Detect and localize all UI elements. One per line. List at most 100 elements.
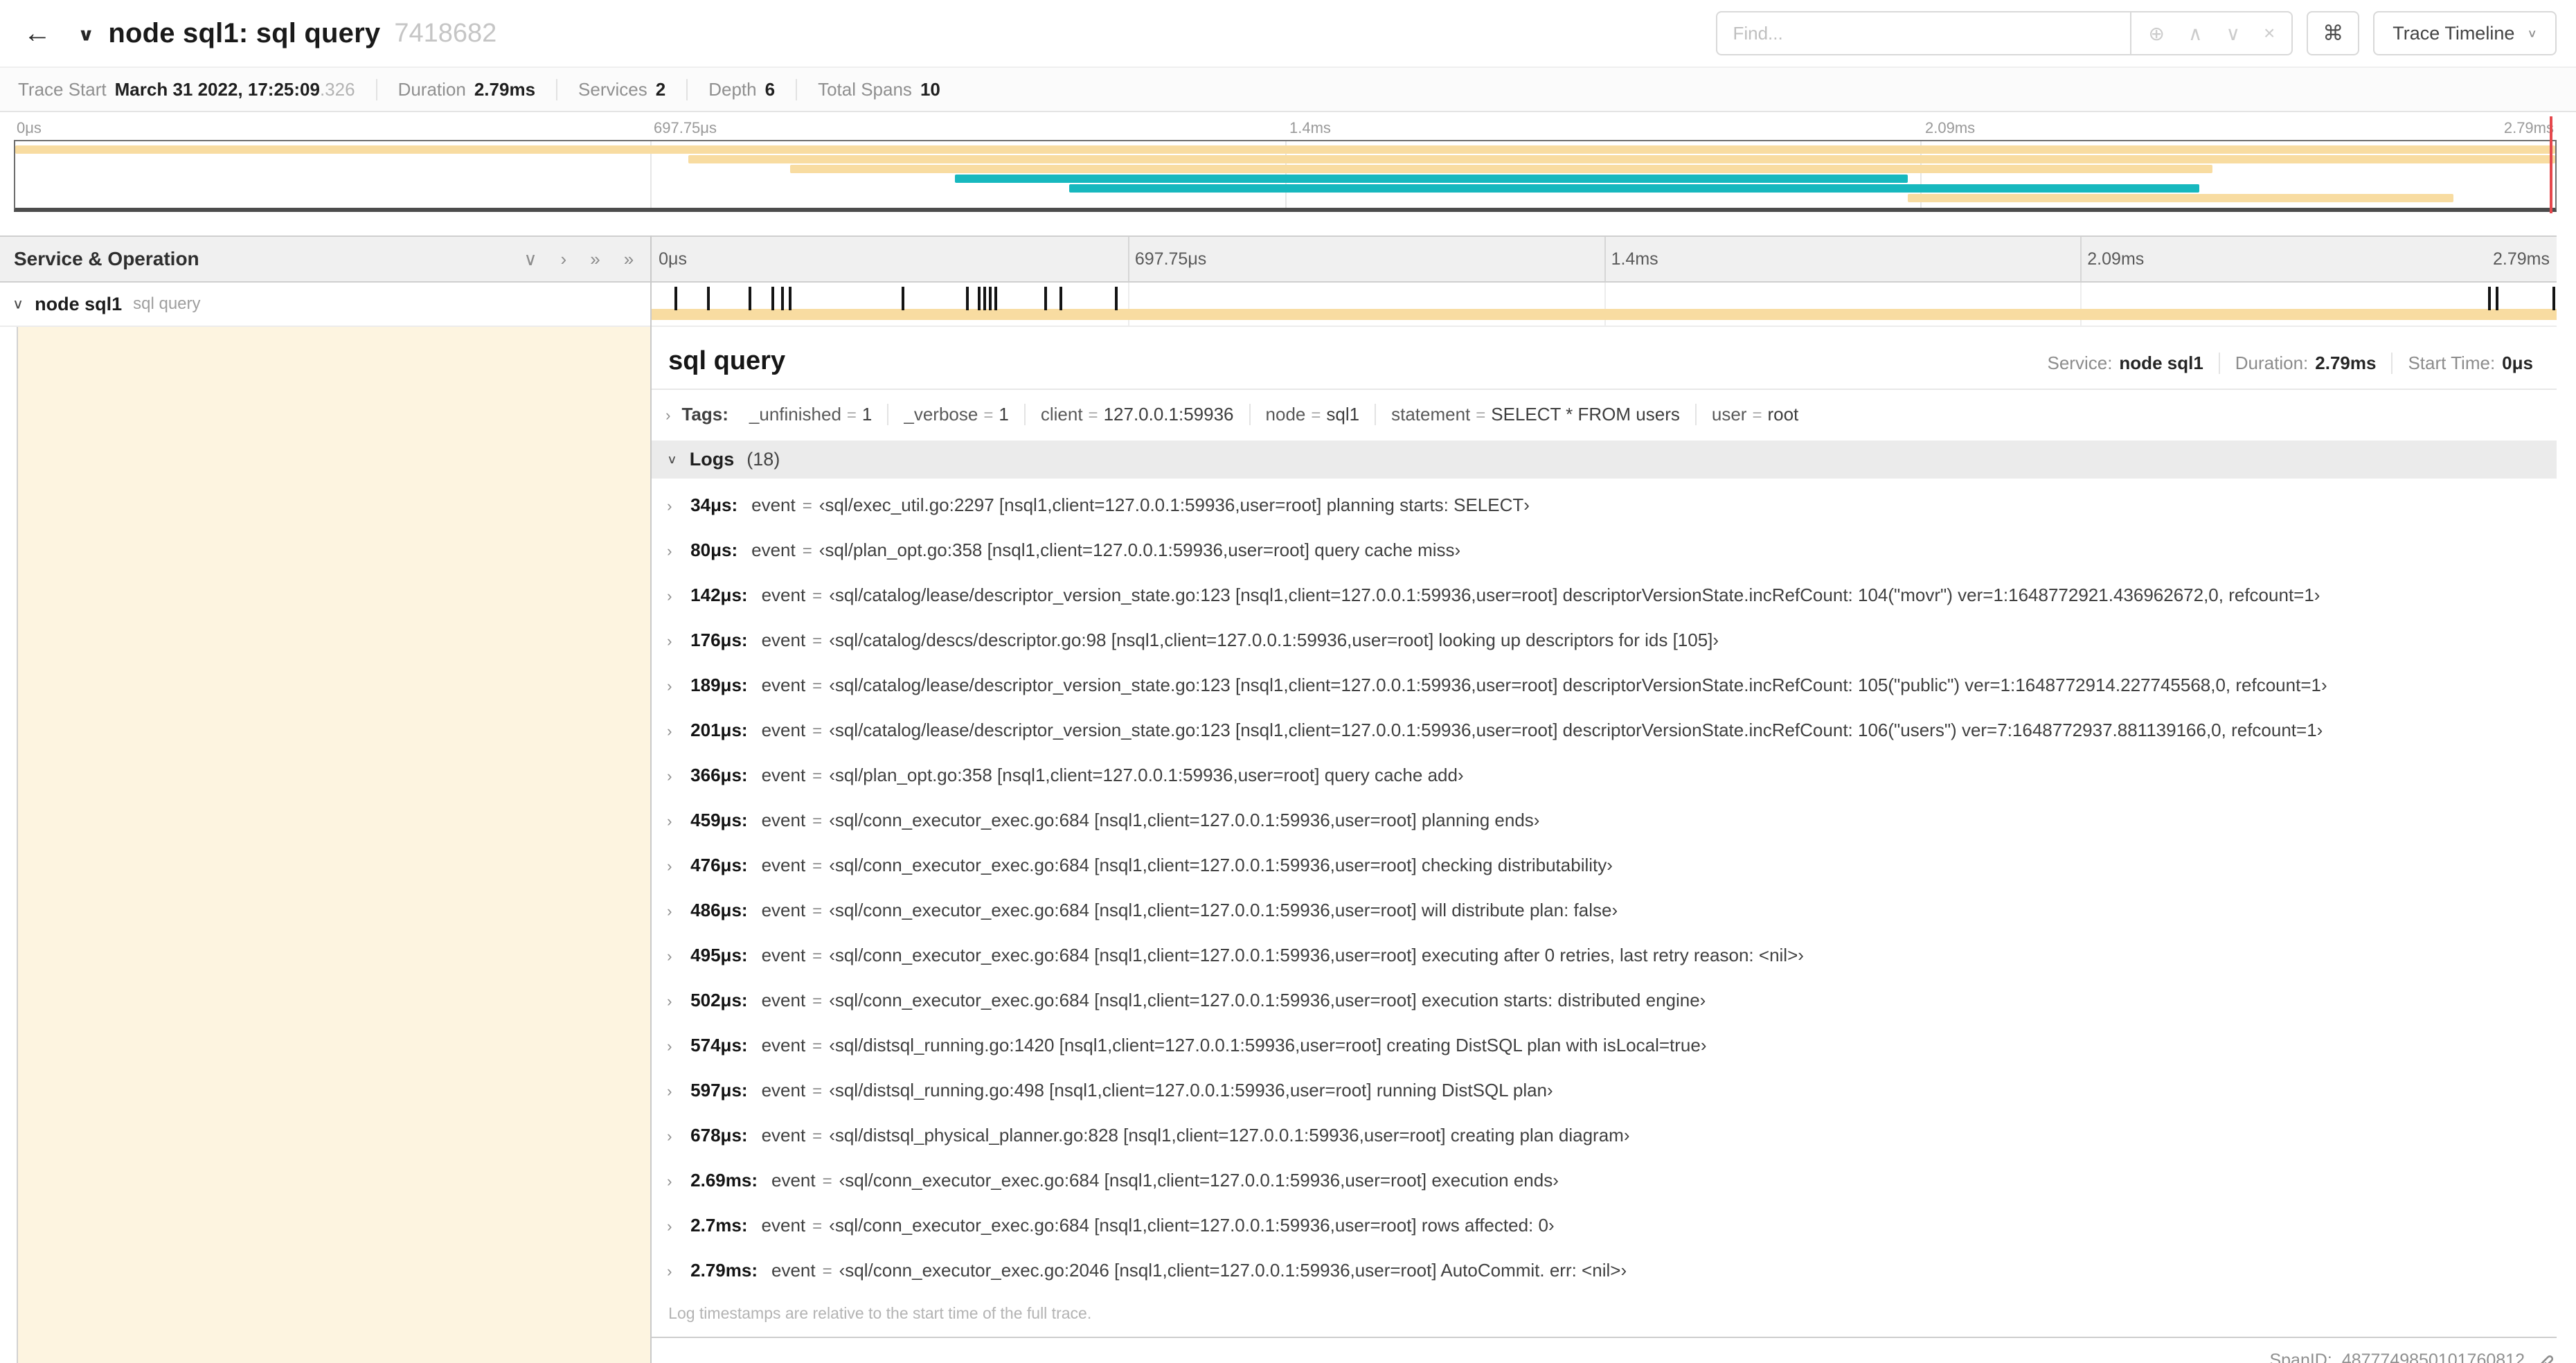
log-row[interactable]: › 2.7ms: event = ‹sql/conn_executor_exec.g… (667, 1203, 2546, 1248)
log-row[interactable]: › 189μs: event = ‹sql/catalog/lease/descri… (667, 663, 2546, 708)
log-row[interactable]: › 459μs: event = ‹sql/conn_executor_exec.g… (667, 798, 2546, 843)
log-equals: = (812, 632, 823, 650)
log-expand-icon[interactable]: › (667, 497, 690, 516)
log-row[interactable]: › 201μs: event = ‹sql/catalog/lease/descri… (667, 708, 2546, 753)
log-timestamp: 486μs: (690, 900, 748, 920)
detail-row-left-gutter (0, 327, 651, 1363)
focus-matches-icon[interactable]: ⊕ (2148, 22, 2164, 45)
log-marker-tick[interactable] (901, 287, 904, 310)
log-marker-tick[interactable] (977, 287, 981, 310)
log-expand-icon[interactable]: › (667, 722, 690, 741)
log-row[interactable]: › 495μs: event = ‹sql/conn_executor_exec.g… (667, 933, 2546, 978)
trace-view-dropdown[interactable]: Trace Timeline ∨ (2373, 11, 2557, 55)
minimap-canvas[interactable] (14, 140, 2557, 212)
logs-header[interactable]: ∨ Logs (18) (652, 440, 2557, 479)
log-expand-icon[interactable]: › (667, 632, 690, 651)
log-marker-tick[interactable] (1114, 287, 1118, 310)
log-expand-icon[interactable]: › (667, 1217, 690, 1236)
log-row[interactable]: › 574μs: event = ‹sql/distsql_running.go:1… (667, 1023, 2546, 1068)
log-row[interactable]: › 486μs: event = ‹sql/conn_executor_exec.g… (667, 888, 2546, 933)
log-expand-icon[interactable]: › (667, 767, 690, 786)
log-row[interactable]: › 80μs: event = ‹sql/plan_opt.go:358 [nsql… (667, 528, 2546, 573)
log-equals: = (812, 1127, 823, 1146)
meta-item: Service: node sql1 (2032, 353, 2219, 374)
tags-label[interactable]: Tags: (681, 404, 728, 425)
log-marker-tick[interactable] (1059, 287, 1062, 310)
summary-value: 6 (764, 78, 776, 100)
timeline-left-column: Service & Operation ∨ › » » ∨ node sql1 … (0, 235, 652, 1363)
log-text: event = ‹sql/distsql_running.go:498 [nsql1… (762, 1079, 1553, 1102)
log-row[interactable]: › 678μs: event = ‹sql/distsql_physical_pla… (667, 1113, 2546, 1158)
expand-all-icon[interactable]: » (590, 249, 600, 270)
expand-one-icon[interactable]: ∨ (524, 249, 537, 270)
trace-title-collapse-icon[interactable]: ∨ (78, 24, 94, 45)
minimap-cursor-line[interactable] (2550, 116, 2552, 213)
log-expand-icon[interactable]: › (667, 1127, 690, 1146)
log-expand-icon[interactable]: › (667, 1262, 690, 1281)
prev-result-icon[interactable]: ∧ (2188, 22, 2203, 45)
deep-link-icon[interactable] (2534, 1351, 2554, 1363)
log-expand-icon[interactable]: › (667, 1172, 690, 1191)
log-marker-tick[interactable] (1044, 287, 1047, 310)
log-marker-tick[interactable] (2487, 287, 2491, 310)
log-expand-icon[interactable]: › (667, 677, 690, 696)
log-expand-icon[interactable]: › (667, 542, 690, 561)
log-row[interactable]: › 176μs: event = ‹sql/catalog/descs/descri… (667, 618, 2546, 663)
log-expand-icon[interactable]: › (667, 1037, 690, 1056)
log-marker-tick[interactable] (749, 287, 752, 310)
log-marker-tick[interactable] (983, 287, 986, 310)
log-field-name: event (761, 945, 806, 965)
log-row[interactable]: › 502μs: event = ‹sql/conn_executor_exec.g… (667, 978, 2546, 1023)
log-equals: = (812, 902, 823, 920)
logs-collapse-icon[interactable]: ∨ (667, 452, 677, 467)
keyboard-shortcuts-button[interactable]: ⌘ (2307, 11, 2360, 55)
span-row-name-cell[interactable]: ∨ node sql1 sql query (0, 283, 651, 327)
log-row[interactable]: › 34μs: event = ‹sql/exec_util.go:2297 [ns… (667, 483, 2546, 528)
log-expand-icon[interactable]: › (667, 992, 690, 1011)
log-expand-icon[interactable]: › (667, 812, 690, 831)
log-expand-icon[interactable]: › (667, 1082, 690, 1101)
logs-footnote: Log timestamps are relative to the start… (668, 1304, 1092, 1322)
log-marker-tick[interactable] (706, 287, 710, 310)
log-row[interactable]: › 2.79ms: event = ‹sql/conn_executor_exec.… (667, 1248, 2546, 1293)
log-marker-tick[interactable] (989, 287, 992, 310)
log-row[interactable]: › 142μs: event = ‹sql/catalog/lease/descri… (667, 573, 2546, 618)
log-expand-icon[interactable]: › (667, 902, 690, 921)
log-expand-icon[interactable]: › (667, 947, 690, 966)
log-field-name: event (761, 765, 806, 785)
span-bar[interactable] (652, 309, 2557, 320)
log-marker-tick[interactable] (781, 287, 785, 310)
log-field-name: event (751, 495, 796, 515)
collapse-one-icon[interactable]: › (561, 249, 567, 270)
next-result-icon[interactable]: ∨ (2226, 22, 2240, 45)
minimap-tick-labels: 0μs 697.75μs 1.4ms 2.09ms 2.79ms (14, 116, 2557, 140)
log-marker-tick[interactable] (771, 287, 775, 310)
log-row[interactable]: › 476μs: event = ‹sql/conn_executor_exec.g… (667, 843, 2546, 888)
log-timestamp: 495μs: (690, 945, 748, 965)
span-detail-card: sql query Service: node sql1 Duration: 2.7… (652, 327, 2557, 1338)
clear-search-icon[interactable]: × (2264, 22, 2275, 44)
log-marker-tick[interactable] (789, 287, 792, 310)
collapse-all-icon[interactable]: » (624, 249, 634, 270)
ruler-gridline (2080, 237, 2082, 281)
log-row[interactable]: › 366μs: event = ‹sql/plan_opt.go:358 [nsq… (667, 753, 2546, 798)
log-expand-icon[interactable]: › (667, 587, 690, 606)
detail-row-highlight-stripe (17, 327, 651, 1363)
log-marker-tick[interactable] (994, 287, 998, 310)
span-service-name[interactable]: node sql1 (35, 294, 122, 315)
span-collapse-icon[interactable]: ∨ (12, 296, 24, 312)
span-detail-meta: Service: node sql1 Duration: 2.79ms Start … (2032, 353, 2549, 374)
log-marker-tick[interactable] (966, 287, 969, 310)
log-timestamp: 80μs: (690, 540, 738, 560)
log-marker-tick[interactable] (674, 287, 678, 310)
log-timestamp: 142μs: (690, 585, 748, 605)
tags-expand-icon[interactable]: › (665, 407, 670, 425)
ruler-gridline (1127, 237, 1129, 281)
log-row[interactable]: › 2.69ms: event = ‹sql/conn_executor_exec.… (667, 1158, 2546, 1203)
back-button[interactable]: ← (0, 0, 75, 66)
log-marker-tick[interactable] (2495, 287, 2498, 310)
find-input[interactable] (1716, 11, 2132, 55)
log-row[interactable]: › 597μs: event = ‹sql/distsql_running.go:4… (667, 1068, 2546, 1113)
log-expand-icon[interactable]: › (667, 857, 690, 876)
log-marker-tick[interactable] (2552, 287, 2556, 310)
